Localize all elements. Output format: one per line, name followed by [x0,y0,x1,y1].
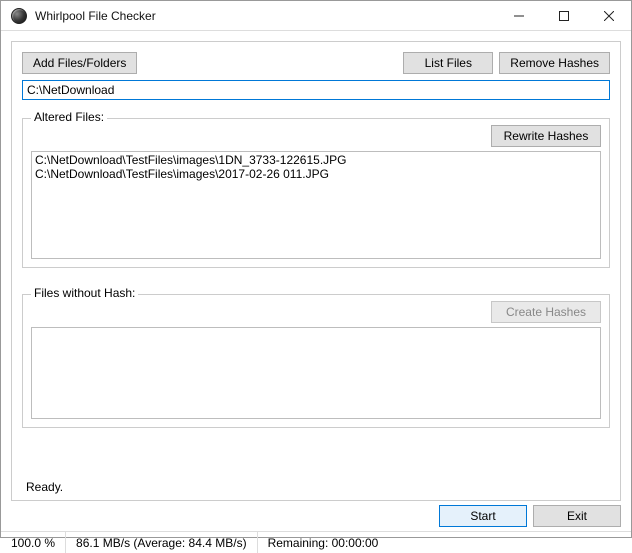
status-progress: 100.0 % [1,532,66,553]
status-remaining: Remaining: 00:00:00 [258,532,389,553]
app-icon [11,8,27,24]
action-row: Start Exit [1,505,631,531]
top-toolbar: Add Files/Folders List Files Remove Hash… [22,52,610,74]
main-panel: SnapFiles Add Files/Folders List Files R… [11,41,621,501]
maximize-icon [559,11,569,21]
add-files-folders-button[interactable]: Add Files/Folders [22,52,137,74]
rewrite-hashes-button[interactable]: Rewrite Hashes [491,125,601,147]
maximize-button[interactable] [541,1,586,31]
start-button[interactable]: Start [439,505,527,527]
files-without-hash-group: Files without Hash: Create Hashes [22,294,610,428]
statusbar: 100.0 % 86.1 MB/s (Average: 84.4 MB/s) R… [1,531,631,553]
list-files-button[interactable]: List Files [403,52,493,74]
exit-button[interactable]: Exit [533,505,621,527]
list-item[interactable]: C:\NetDownload\TestFiles\images\1DN_3733… [35,153,597,167]
create-hashes-button: Create Hashes [491,301,601,323]
altered-files-label: Altered Files: [31,110,107,124]
window-title: Whirlpool File Checker [35,9,496,23]
remove-hashes-button[interactable]: Remove Hashes [499,52,610,74]
status-text: Ready. [26,474,610,494]
titlebar: Whirlpool File Checker [1,1,631,31]
path-input[interactable] [22,80,610,100]
altered-files-group: Altered Files: Rewrite Hashes C:\NetDown… [22,118,610,268]
files-without-hash-label: Files without Hash: [31,286,138,300]
close-icon [604,11,614,21]
files-without-hash-list[interactable] [31,327,601,419]
close-button[interactable] [586,1,631,31]
altered-files-list[interactable]: C:\NetDownload\TestFiles\images\1DN_3733… [31,151,601,259]
minimize-icon [514,11,524,21]
minimize-button[interactable] [496,1,541,31]
list-item[interactable]: C:\NetDownload\TestFiles\images\2017-02-… [35,167,597,181]
status-speed: 86.1 MB/s (Average: 84.4 MB/s) [66,532,258,553]
